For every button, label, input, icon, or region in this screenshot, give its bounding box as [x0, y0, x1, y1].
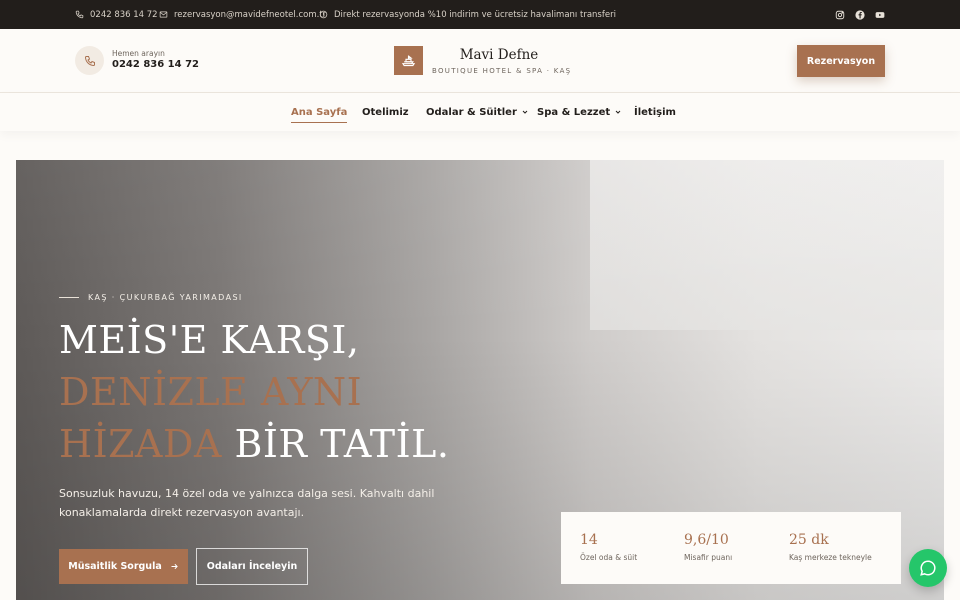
nav-item-label: Spa & Lezzet: [537, 106, 611, 118]
nav-item-label: Otelimiz: [362, 106, 409, 118]
mail-icon: [159, 11, 168, 18]
availability-button[interactable]: Müsaitlik Sorgula: [59, 549, 188, 584]
stat-label: Kaş merkeze tekneyle: [789, 553, 872, 562]
hero-eyebrow: KAŞ · ÇUKURBAĞ YARIMADASI: [59, 293, 243, 302]
facebook-icon: [855, 9, 865, 20]
topbar-promo: Direkt rezervasyonda %10 indirim ve ücre…: [319, 0, 616, 29]
phone-icon: [75, 10, 84, 19]
chevron-down-icon: [615, 110, 621, 114]
facebook-link[interactable]: [855, 0, 865, 29]
nav-item-label: Odalar & Süitler: [426, 106, 517, 118]
eyebrow-text: KAŞ · ÇUKURBAĞ YARIMADASI: [88, 293, 243, 302]
topbar-phone[interactable]: 0242 836 14 72: [75, 0, 158, 29]
eyebrow-line: [59, 297, 79, 298]
stat-value: 14: [580, 532, 598, 548]
brand-subtitle: BOUTIQUE HOTEL & SPA · KAŞ: [432, 67, 572, 75]
topbar-phone-text: 0242 836 14 72: [90, 9, 158, 20]
headline-line-2: DENİZLE AYNI: [59, 370, 363, 414]
stat-value: 25 dk: [789, 532, 829, 548]
youtube-link[interactable]: [875, 0, 885, 29]
chevron-down-icon: [522, 110, 528, 114]
stat-rooms: 14 Özel oda & süit: [580, 532, 637, 562]
stat-label: Özel oda & süit: [580, 553, 638, 562]
nav-item-home[interactable]: Ana Sayfa: [291, 93, 348, 131]
call-button[interactable]: [75, 46, 104, 75]
headline-line-3: HİZADA BİR TATİL.: [59, 418, 449, 470]
nav-item-hotel[interactable]: Otelimiz: [362, 93, 409, 131]
stat-value: 9,6/10: [684, 532, 729, 548]
headline-rest: BİR TATİL.: [221, 422, 450, 466]
chat-icon: [920, 560, 936, 576]
stats-card: 14 Özel oda & süit 9,6/10 Misafir puanı …: [561, 512, 901, 584]
stat-distance: 25 dk Kaş merkeze tekneyle: [789, 532, 872, 562]
availability-button-label: Müsaitlik Sorgula: [68, 561, 162, 572]
hero-description: Sonsuzluk havuzu, 14 özel oda ve yalnızc…: [59, 487, 435, 519]
youtube-icon: [875, 11, 885, 18]
boat-icon: [401, 55, 416, 67]
headline-accent: HİZADA: [59, 422, 222, 466]
topbar-email-text: rezervasyon@mavidefneotel.com.tr: [174, 9, 327, 20]
nav-item-spa[interactable]: Spa & Lezzet: [537, 93, 622, 131]
view-rooms-button[interactable]: Odaları İnceleyin: [196, 548, 308, 585]
whatsapp-chat-button[interactable]: [909, 549, 947, 587]
main-nav: Ana Sayfa Otelimiz Odalar & Süitler Spa …: [0, 93, 960, 131]
stat-rating: 9,6/10 Misafir puanı: [684, 532, 732, 562]
hero-headline: MEİS'E KARŞI, DENİZLE AYNI HİZADA BİR TA…: [59, 314, 449, 470]
phone-icon: [84, 55, 95, 66]
nav-item-contact[interactable]: İletişim: [634, 93, 676, 131]
nav-item-label: İletişim: [634, 106, 676, 118]
instagram-link[interactable]: [835, 0, 845, 29]
instagram-icon: [835, 10, 845, 19]
clock-icon: [319, 10, 328, 19]
stat-label: Misafir puanı: [684, 553, 733, 562]
call-label: Hemen arayın: [112, 49, 165, 58]
logo[interactable]: [394, 46, 423, 75]
topbar-promo-text: Direkt rezervasyonda %10 indirim ve ücre…: [334, 9, 616, 20]
call-number[interactable]: 0242 836 14 72: [112, 59, 199, 70]
reservation-button[interactable]: Rezervasyon: [797, 45, 885, 77]
site-header: Hemen arayın 0242 836 14 72 Mavi Defne B…: [0, 29, 960, 93]
nav-item-label: Ana Sayfa: [291, 106, 348, 118]
arrow-right-icon: [171, 563, 178, 570]
topbar-email[interactable]: rezervasyon@mavidefneotel.com.tr: [159, 0, 326, 29]
top-bar: 0242 836 14 72 rezervasyon@mavidefneotel…: [0, 0, 960, 29]
headline-line-1: MEİS'E KARŞI,: [59, 318, 360, 362]
nav-item-rooms[interactable]: Odalar & Süitler: [426, 93, 529, 131]
brand-name[interactable]: Mavi Defne: [432, 47, 566, 63]
